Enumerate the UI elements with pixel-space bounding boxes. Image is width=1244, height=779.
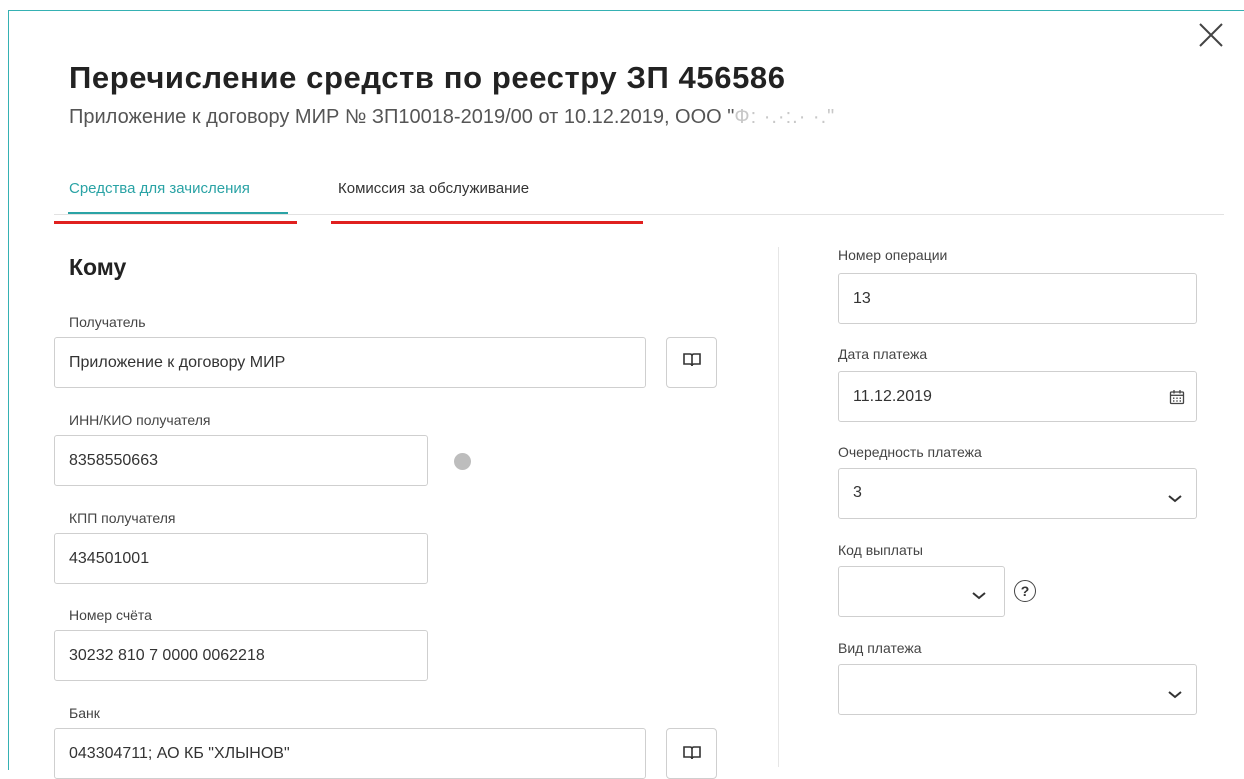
operation-number-value: 13: [853, 289, 871, 307]
kpp-label: КПП получателя: [69, 510, 176, 526]
inn-input[interactable]: 8358550663: [54, 435, 428, 486]
priority-value: 3: [853, 484, 862, 501]
kpp-input[interactable]: 434501001: [54, 533, 428, 584]
chevron-down-icon[interactable]: [1167, 490, 1183, 508]
account-value: 30232 810 7 0000 0062218: [69, 646, 265, 664]
payment-date-input[interactable]: 11.12.2019: [838, 371, 1197, 422]
priority-label: Очередность платежа: [838, 444, 982, 460]
inn-label: ИНН/КИО получателя: [69, 412, 211, 428]
status-indicator: [454, 453, 471, 470]
recipient-value: Приложение к договору МИР: [69, 353, 286, 371]
chevron-down-icon[interactable]: [1167, 686, 1183, 704]
tabs-divider: [54, 214, 1224, 215]
account-input[interactable]: 30232 810 7 0000 0062218: [54, 630, 428, 681]
recipient-label: Получатель: [69, 314, 146, 330]
bank-directory-button[interactable]: [666, 728, 717, 779]
kpp-value: 434501001: [69, 549, 150, 567]
account-label: Номер счёта: [69, 607, 152, 623]
page-subtitle: Приложение к договору МИР № ЗП10018-2019…: [69, 106, 836, 128]
section-title-recipient: Кому: [69, 254, 127, 280]
book-icon: [682, 352, 701, 373]
inn-value: 8358550663: [69, 451, 158, 469]
operation-number-input[interactable]: 13: [838, 273, 1197, 324]
active-tab-indicator: [68, 212, 288, 214]
payout-code-label: Код выплаты: [838, 542, 923, 558]
tab-funds-for-crediting[interactable]: Средства для зачисления: [69, 180, 250, 197]
bank-label: Банк: [69, 705, 100, 721]
payment-type-select[interactable]: [838, 664, 1197, 715]
tab-service-commission[interactable]: Комиссия за обслуживание: [338, 180, 529, 197]
redacted-company-name: Ф: ·.·:.· ·.": [734, 106, 836, 128]
payment-type-label: Вид платежа: [838, 640, 922, 656]
annotation-underline: [54, 221, 297, 224]
help-icon[interactable]: ?: [1014, 580, 1036, 602]
bank-input[interactable]: 043304711; АО КБ "ХЛЫНОВ": [54, 728, 646, 779]
payment-date-label: Дата платежа: [838, 346, 928, 362]
column-divider: [778, 247, 779, 767]
recipient-input[interactable]: Приложение к договору МИР: [54, 337, 646, 388]
priority-select[interactable]: 3: [838, 468, 1197, 519]
chevron-down-icon[interactable]: [971, 587, 987, 605]
close-icon[interactable]: [1198, 22, 1224, 48]
calendar-icon[interactable]: [1169, 389, 1185, 410]
recipient-directory-button[interactable]: [666, 337, 717, 388]
payment-date-value: 11.12.2019: [853, 387, 932, 405]
bank-value: 043304711; АО КБ "ХЛЫНОВ": [69, 745, 290, 762]
annotation-underline: [331, 221, 643, 224]
operation-number-label: Номер операции: [838, 247, 948, 263]
page-title: Перечисление средств по реестру ЗП 45658…: [69, 60, 786, 95]
